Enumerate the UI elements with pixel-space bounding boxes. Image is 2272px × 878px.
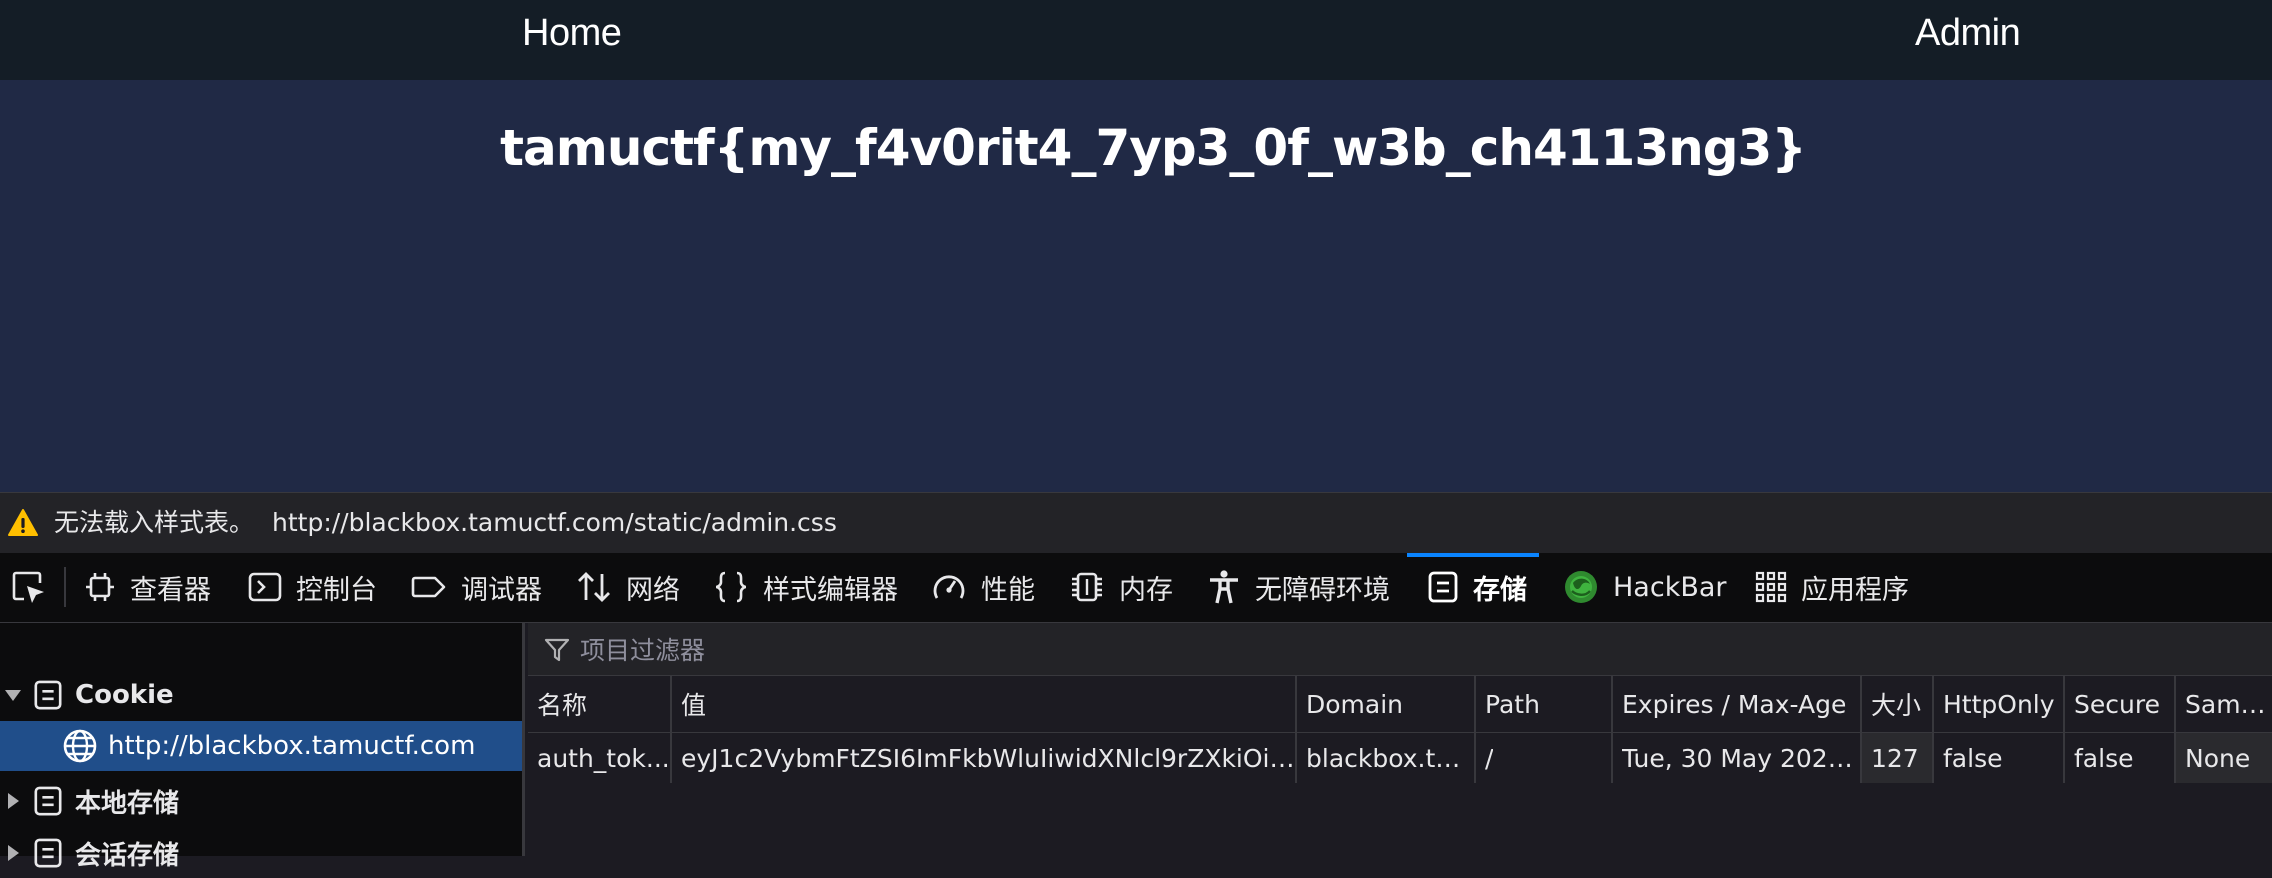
devtools-toolbar: 查看器 控制台 调试器 网络 样式编辑器 性能 内存 无障碍环境 存储 Hack… <box>0 553 2272 623</box>
storage-icon <box>34 786 62 816</box>
nav-link-home[interactable]: Home <box>522 0 622 66</box>
chevron-right-icon[interactable] <box>8 845 19 861</box>
tree-item-session-storage[interactable]: 会话存储 <box>0 828 522 878</box>
column-header-size[interactable]: 大小 <box>1860 676 1932 732</box>
column-header-secure[interactable]: Secure <box>2063 676 2174 732</box>
column-header-name[interactable]: 名称 <box>528 676 670 732</box>
globe-icon <box>63 729 97 763</box>
chevron-right-icon[interactable] <box>8 793 19 809</box>
memory-icon <box>1072 572 1102 602</box>
network-icon <box>578 572 610 602</box>
accessibility-icon <box>1210 570 1238 604</box>
storage-icon <box>1428 571 1458 603</box>
filter-icon <box>544 638 570 662</box>
element-picker-button[interactable] <box>10 553 46 621</box>
nav-link-admin[interactable]: Admin <box>1915 0 2021 66</box>
cell-size[interactable]: 127 <box>1860 733 1932 783</box>
debugger-icon <box>411 576 446 598</box>
console-icon <box>248 572 282 602</box>
tab-inspector[interactable]: 查看器 <box>84 553 211 621</box>
chevron-down-icon[interactable] <box>5 689 21 701</box>
storage-sidebar: Cookie http://blackbox.tamuctf.com 本地存储 … <box>0 623 525 871</box>
cell-secure[interactable]: false <box>2063 733 2174 783</box>
tree-item-local-storage[interactable]: 本地存储 <box>0 776 522 826</box>
notification-url[interactable]: http://blackbox.tamuctf.com/static/admin… <box>272 508 837 537</box>
tab-debugger[interactable]: 调试器 <box>411 553 542 621</box>
storage-icon <box>34 680 62 710</box>
tab-network[interactable]: 网络 <box>576 553 680 621</box>
element-picker-icon <box>12 571 44 603</box>
cell-expires[interactable]: Tue, 30 May 2023 ... <box>1611 733 1860 783</box>
tree-item-cookie-host[interactable]: http://blackbox.tamuctf.com <box>0 721 522 771</box>
warning-icon <box>8 509 38 536</box>
inspector-icon <box>86 573 114 601</box>
cell-httponly[interactable]: false <box>1932 733 2063 783</box>
column-header-path[interactable]: Path <box>1474 676 1611 732</box>
tab-application[interactable]: 应用程序 <box>1755 553 1909 621</box>
cell-name[interactable]: auth_tok... <box>528 733 670 783</box>
tab-memory[interactable]: 内存 <box>1069 553 1173 621</box>
tab-storage[interactable]: 存储 <box>1407 553 1539 621</box>
tab-performance[interactable]: 性能 <box>931 553 1035 621</box>
site-navbar: Home Admin <box>0 0 2272 80</box>
toolbar-separator <box>64 567 66 607</box>
column-header-expires[interactable]: Expires / Max-Age <box>1611 676 1860 732</box>
performance-icon <box>933 575 965 599</box>
filter-input[interactable] <box>578 629 1182 671</box>
hackbar-icon <box>1565 571 1597 603</box>
table-row[interactable]: auth_tok... eyJ1c2VybmFtZSI6ImFkbWluIiwi… <box>528 733 2272 783</box>
tree-item-cookies[interactable]: Cookie <box>0 670 522 720</box>
tab-style-editor[interactable]: 样式编辑器 <box>713 553 898 621</box>
table-header: 名称 值 Domain Path Expires / Max-Age 大小 Ht… <box>528 676 2272 733</box>
cell-path[interactable]: / <box>1474 733 1611 783</box>
cell-value[interactable]: eyJ1c2VybmFtZSI6ImFkbWluIiwidXNlcl9rZXki… <box>670 733 1295 783</box>
style-editor-icon <box>715 571 747 603</box>
column-header-samesite[interactable]: SameSit <box>2174 676 2272 732</box>
cell-domain[interactable]: blackbox.ta... <box>1295 733 1474 783</box>
application-icon <box>1755 571 1787 603</box>
column-header-domain[interactable]: Domain <box>1295 676 1474 732</box>
flag-heading: tamuctf{my_f4v0rit4_7yp3_0f_w3b_ch4113ng… <box>500 119 1807 177</box>
filter-bar <box>528 623 2272 676</box>
stylesheet-error-notification: 无法载入样式表。 http://blackbox.tamuctf.com/stat… <box>0 492 2272 553</box>
cell-samesite[interactable]: None <box>2174 733 2272 783</box>
tab-accessibility[interactable]: 无障碍环境 <box>1207 553 1390 621</box>
notification-message: 无法载入样式表。 <box>54 508 255 537</box>
storage-icon <box>34 838 62 868</box>
column-header-value[interactable]: 值 <box>670 676 1106 732</box>
storage-table-panel: 名称 值 Domain Path Expires / Max-Age 大小 Ht… <box>528 623 2272 856</box>
tab-hackbar[interactable]: HackBar <box>1563 553 1727 621</box>
column-header-httponly[interactable]: HttpOnly <box>1932 676 2063 732</box>
tab-console[interactable]: 控制台 <box>248 553 377 621</box>
